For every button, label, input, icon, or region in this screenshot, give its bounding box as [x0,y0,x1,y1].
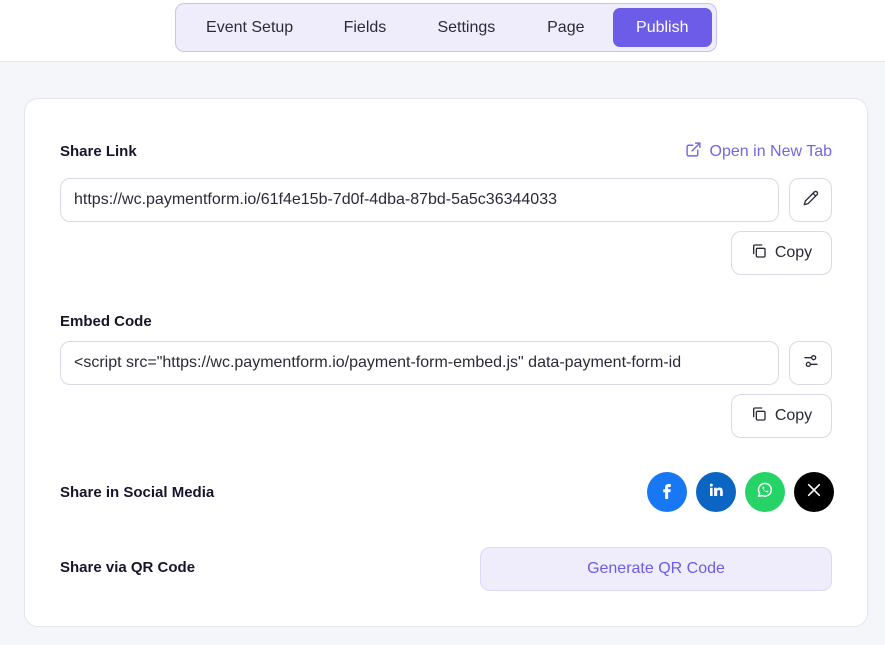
edit-link-button[interactable] [789,178,832,222]
whatsapp-icon [756,481,774,504]
publish-stepper-tabs: Event Setup Fields Settings Page Publish [175,3,717,52]
copy-embed-button[interactable]: Copy [731,394,832,438]
open-in-new-tab-label: Open in New Tab [709,143,832,160]
facebook-icon [658,481,676,504]
external-link-icon [685,141,702,163]
sliders-icon [803,353,819,374]
social-media-label: Share in Social Media [60,484,215,501]
copy-embed-label: Copy [774,407,813,424]
qr-code-label: Share via QR Code [60,559,196,576]
top-bar: Event Setup Fields Settings Page Publish [0,0,885,62]
copy-link-button[interactable]: Copy [731,231,832,275]
share-link-label: Share Link [60,143,137,160]
pencil-icon [803,190,819,211]
copy-icon [751,406,767,427]
facebook-share-button[interactable] [647,472,687,512]
x-share-button[interactable] [794,472,834,512]
tab-fields[interactable]: Fields [319,8,410,47]
publish-card: Share Link Open in New Tab https://wc.pa… [24,98,868,627]
embed-code-field[interactable]: <script src="https://wc.paymentform.io/p… [60,341,779,385]
open-in-new-tab-link[interactable]: Open in New Tab [685,141,832,163]
embed-code-label: Embed Code [60,313,152,330]
copy-link-label: Copy [774,244,813,261]
tab-publish[interactable]: Publish [612,8,712,47]
tab-page[interactable]: Page [522,8,610,47]
tab-event-setup[interactable]: Event Setup [180,8,319,47]
tab-settings[interactable]: Settings [411,8,522,47]
generate-qr-code-button[interactable]: Generate QR Code [480,547,832,591]
social-buttons [647,472,834,512]
linkedin-icon [707,481,725,504]
x-icon [806,482,822,503]
share-link-field[interactable]: https://wc.paymentform.io/61f4e15b-7d0f-… [60,178,779,222]
whatsapp-share-button[interactable] [745,472,785,512]
embed-settings-button[interactable] [789,341,832,385]
linkedin-share-button[interactable] [696,472,736,512]
copy-icon [751,243,767,264]
